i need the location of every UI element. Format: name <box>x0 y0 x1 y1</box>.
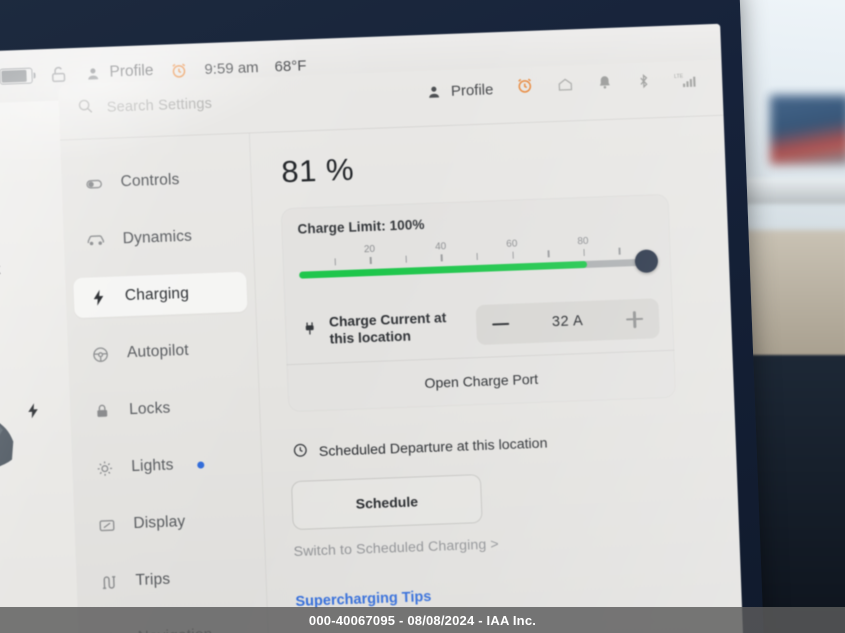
settings-sidebar: Controls Dynamics Charging Autopilot Loc… <box>60 133 271 633</box>
status-profile[interactable]: Profile <box>84 62 154 83</box>
sidebar-label: Controls <box>120 171 180 191</box>
charge-current-value: 32 A <box>551 313 584 331</box>
sidebar-item-controls[interactable]: Controls <box>69 158 243 204</box>
increase-current-button[interactable] <box>626 310 644 328</box>
charging-card: Charge Limit: 100% 20 40 60 80 Charge Cu… <box>280 193 677 413</box>
charge-limit-label: Charge Limit: 100% <box>297 216 425 237</box>
sidebar-label: Lights <box>130 456 174 476</box>
bolt-icon <box>88 287 109 308</box>
sidebar-item-locks[interactable]: Locks <box>77 386 251 432</box>
header-icon-tray: Profile LTE <box>425 70 700 104</box>
lock-icon <box>92 401 113 422</box>
display-icon <box>96 515 117 536</box>
unlock-icon[interactable] <box>48 64 69 85</box>
lte-signal-icon[interactable]: LTE <box>674 70 701 94</box>
steering-icon <box>90 344 111 365</box>
charging-content: 81 % Charge Limit: 100% 20 40 60 80 Char… <box>250 116 743 633</box>
bell-icon[interactable] <box>596 74 614 97</box>
schedule-button[interactable]: Schedule <box>290 474 483 531</box>
alarm-clock-icon[interactable] <box>169 60 189 80</box>
status-temperature: 68°F <box>274 56 307 75</box>
touchscreen: 81% Profile 9:59 am 68°F OpenTrun <box>0 23 744 633</box>
screenshot-stage: 81% Profile 9:59 am 68°F OpenTrun <box>0 0 845 633</box>
car-icon <box>85 230 106 251</box>
charge-current-label: Charge Current at this location <box>328 310 447 347</box>
background-rail <box>735 178 845 204</box>
clock-icon <box>291 441 309 464</box>
alarm-clock-icon[interactable] <box>515 76 535 101</box>
blurred-car-background <box>770 95 845 165</box>
sidebar-item-trips[interactable]: Trips <box>84 556 258 602</box>
header-profile-button[interactable]: Profile <box>426 81 494 101</box>
sidebar-item-charging[interactable]: Charging <box>73 271 248 319</box>
decrease-current-button[interactable] <box>492 322 510 326</box>
sidebar-label: Autopilot <box>126 341 189 362</box>
light-icon <box>94 458 115 479</box>
supercharging-tips-link[interactable]: Supercharging Tips <box>295 578 715 610</box>
svg-text:LTE: LTE <box>674 73 684 79</box>
watermark-text: 000-40067095 - 08/08/2024 - IAA Inc. <box>308 612 537 628</box>
open-trunk-label: OpenTrunk <box>0 241 1 280</box>
battery-indicator: 81% <box>0 67 33 87</box>
charging-bolt-icon <box>24 401 43 425</box>
sidebar-label: Display <box>133 513 186 533</box>
status-time: 9:59 am <box>204 58 259 78</box>
bluetooth-icon[interactable] <box>635 72 653 95</box>
slider-tick-label: 40 <box>434 241 447 253</box>
sidebar-label: Locks <box>128 399 171 419</box>
sidebar-item-dynamics[interactable]: Dynamics <box>71 215 245 261</box>
status-profile-label: Profile <box>109 62 154 81</box>
sidebar-item-lights[interactable]: Lights <box>80 443 254 489</box>
search-input[interactable]: Search Settings <box>76 93 212 120</box>
sidebar-label: Trips <box>135 570 171 590</box>
charge-plug-icon <box>301 320 319 343</box>
scheduled-departure-row: Scheduled Departure at this location <box>291 426 710 464</box>
watermark-bar: 000-40067095 - 08/08/2024 - IAA Inc. <box>0 607 845 633</box>
sidebar-label: Dynamics <box>122 227 193 248</box>
settings-window: Search Settings Profile LTE Controls Dyn… <box>57 59 744 633</box>
toggle-icon <box>83 173 104 194</box>
search-icon <box>76 97 94 120</box>
lights-notification-dot <box>197 460 205 469</box>
battery-icon <box>0 67 33 85</box>
charge-limit-slider[interactable]: 20 40 60 80 <box>298 235 659 281</box>
home-icon[interactable] <box>556 75 575 99</box>
slider-knob[interactable] <box>634 249 659 274</box>
trips-icon <box>98 572 119 593</box>
sidebar-label: Charging <box>124 284 190 305</box>
switch-to-scheduled-charging-link[interactable]: Switch to Scheduled Charging > <box>293 528 713 560</box>
sidebar-item-display[interactable]: Display <box>82 500 256 546</box>
charge-current-label-group: Charge Current at this location <box>301 308 467 348</box>
charge-current-stepper[interactable]: 32 A <box>475 298 660 346</box>
scheduled-departure-label: Scheduled Departure at this location <box>318 435 548 461</box>
header-profile-label: Profile <box>450 80 494 100</box>
slider-tick-label: 80 <box>577 235 589 248</box>
car-rear-illustration <box>0 398 27 486</box>
battery-percent-title: 81 % <box>280 151 355 190</box>
slider-tick-label: 60 <box>506 238 518 250</box>
slider-tick-label: 20 <box>363 243 376 256</box>
sidebar-item-autopilot[interactable]: Autopilot <box>75 329 249 375</box>
search-placeholder: Search Settings <box>106 95 213 116</box>
charge-limit-section: Charge Limit: 100% 20 40 60 80 <box>281 194 672 302</box>
